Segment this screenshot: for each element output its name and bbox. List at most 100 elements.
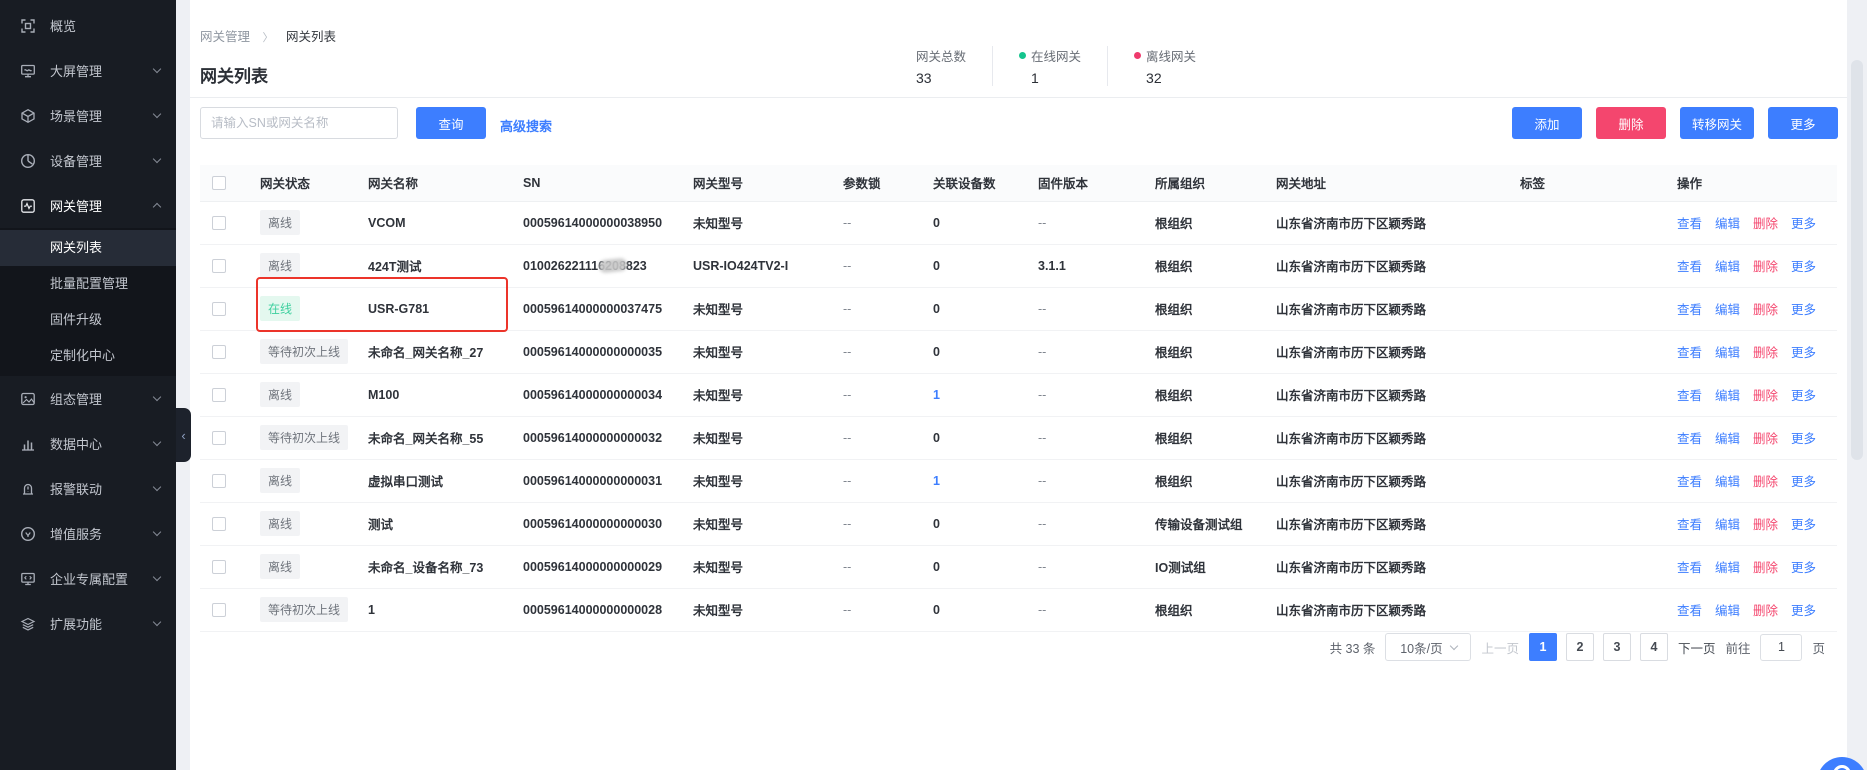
more-link[interactable]: 更多	[1791, 561, 1816, 575]
edit-link[interactable]: 编辑	[1715, 518, 1740, 532]
sidebar-item-config[interactable]: 组态管理	[0, 376, 176, 421]
delete-link[interactable]: 删除	[1753, 346, 1778, 360]
cell-org: 根组织	[1155, 416, 1276, 459]
stat-offline-value: 32	[1134, 70, 1196, 86]
query-button[interactable]: 查询	[416, 107, 486, 139]
row-checkbox[interactable]	[212, 431, 226, 445]
sidebar-subitem-firmware-upgrade[interactable]: 固件升级	[0, 302, 176, 338]
row-checkbox[interactable]	[212, 474, 226, 488]
sidebar-subitem-custom-center[interactable]: 定制化中心	[0, 338, 176, 374]
more-link[interactable]: 更多	[1791, 389, 1816, 403]
sidebar-item-screen[interactable]: 大屏管理	[0, 48, 176, 93]
edit-link[interactable]: 编辑	[1715, 604, 1740, 618]
row-checkbox[interactable]	[212, 603, 226, 617]
sidebar-item-alarm[interactable]: 报警联动	[0, 466, 176, 511]
view-link[interactable]: 查看	[1677, 432, 1702, 446]
sidebar-item-enterprise[interactable]: 企业专属配置	[0, 556, 176, 601]
edit-link[interactable]: 编辑	[1715, 346, 1740, 360]
sidebar-item-overview[interactable]: 概览	[0, 3, 176, 48]
delete-link[interactable]: 删除	[1753, 518, 1778, 532]
sidebar-item-device[interactable]: 设备管理	[0, 138, 176, 183]
view-link[interactable]: 查看	[1677, 475, 1702, 489]
edit-link[interactable]: 编辑	[1715, 389, 1740, 403]
delete-link[interactable]: 删除	[1753, 217, 1778, 231]
sidebar-subitem-batch-config[interactable]: 批量配置管理	[0, 266, 176, 302]
view-link[interactable]: 查看	[1677, 303, 1702, 317]
prev-page-button[interactable]: 上一页	[1481, 638, 1519, 657]
select-all-checkbox[interactable]	[212, 176, 226, 190]
sidebar-item-gateway[interactable]: 网关管理	[0, 183, 176, 228]
device-count-value[interactable]: 1	[933, 388, 940, 402]
gateway-stats: 网关总数 33 在线网关 1 离线网关 32	[916, 46, 1222, 86]
view-link[interactable]: 查看	[1677, 604, 1702, 618]
sidebar-item-data-center[interactable]: 数据中心	[0, 421, 176, 466]
cell-firmware: --	[1038, 287, 1155, 330]
sidebar-item-extension[interactable]: 扩展功能	[0, 601, 176, 646]
edit-link[interactable]: 编辑	[1715, 475, 1740, 489]
row-checkbox[interactable]	[212, 388, 226, 402]
next-page-button[interactable]: 下一页	[1678, 638, 1716, 657]
more-link[interactable]: 更多	[1791, 217, 1816, 231]
cell-device-count: 0	[933, 201, 1038, 244]
delete-link[interactable]: 删除	[1753, 604, 1778, 618]
breadcrumb-gateway-management[interactable]: 网关管理	[200, 30, 250, 44]
edit-link[interactable]: 编辑	[1715, 260, 1740, 274]
edit-link[interactable]: 编辑	[1715, 217, 1740, 231]
page-button-2[interactable]: 2	[1566, 633, 1594, 661]
page-size-select[interactable]: 10条/页	[1385, 633, 1471, 661]
add-button[interactable]: 添加	[1512, 107, 1582, 139]
row-checkbox[interactable]	[212, 345, 226, 359]
more-link[interactable]: 更多	[1791, 303, 1816, 317]
view-link[interactable]: 查看	[1677, 561, 1702, 575]
edit-link[interactable]: 编辑	[1715, 303, 1740, 317]
search-input[interactable]	[200, 107, 398, 139]
row-checkbox[interactable]	[212, 302, 226, 316]
view-link[interactable]: 查看	[1677, 217, 1702, 231]
page-button-4[interactable]: 4	[1640, 633, 1668, 661]
sidebar-item-scene[interactable]: 场景管理	[0, 93, 176, 138]
sidebar-item-vas[interactable]: 增值服务	[0, 511, 176, 556]
more-link[interactable]: 更多	[1791, 518, 1816, 532]
cell-name: USR-G781	[368, 287, 523, 330]
row-checkbox[interactable]	[212, 517, 226, 531]
more-link[interactable]: 更多	[1791, 346, 1816, 360]
cell-status: 在线	[260, 287, 368, 330]
row-checkbox[interactable]	[212, 259, 226, 273]
delete-link[interactable]: 删除	[1753, 475, 1778, 489]
delete-link[interactable]: 删除	[1753, 260, 1778, 274]
page-button-3[interactable]: 3	[1603, 633, 1631, 661]
cell-address: 山东省济南市历下区颖秀路	[1276, 588, 1520, 631]
more-link[interactable]: 更多	[1791, 475, 1816, 489]
cell-param-lock: --	[843, 416, 933, 459]
more-link[interactable]: 更多	[1791, 604, 1816, 618]
goto-page-input[interactable]	[1760, 634, 1802, 661]
more-link[interactable]: 更多	[1791, 432, 1816, 446]
view-link[interactable]: 查看	[1677, 260, 1702, 274]
delete-link[interactable]: 删除	[1753, 561, 1778, 575]
device-count-value[interactable]: 1	[933, 474, 940, 488]
sidebar-collapse-toggle[interactable]: ‹	[176, 408, 191, 462]
delete-button[interactable]: 删除	[1596, 107, 1666, 139]
delete-link[interactable]: 删除	[1753, 432, 1778, 446]
advanced-search-link[interactable]: 高级搜索	[500, 116, 552, 135]
more-link[interactable]: 更多	[1791, 260, 1816, 274]
cell-param-lock: --	[843, 545, 933, 588]
row-checkbox[interactable]	[212, 560, 226, 574]
sidebar-subitem-gateway-list[interactable]: 网关列表	[0, 230, 176, 266]
cell-status: 离线	[260, 373, 368, 416]
more-button[interactable]: 更多	[1768, 107, 1838, 139]
view-link[interactable]: 查看	[1677, 518, 1702, 532]
delete-link[interactable]: 删除	[1753, 389, 1778, 403]
transfer-gateway-button[interactable]: 转移网关	[1680, 107, 1754, 139]
view-link[interactable]: 查看	[1677, 346, 1702, 360]
cell-model: 未知型号	[693, 287, 843, 330]
table-row: 离线未命名_设备名称_7300059614000000000029未知型号--0…	[200, 545, 1837, 588]
cell-firmware: --	[1038, 416, 1155, 459]
page-button-1[interactable]: 1	[1529, 633, 1557, 661]
edit-link[interactable]: 编辑	[1715, 432, 1740, 446]
delete-link[interactable]: 删除	[1753, 303, 1778, 317]
view-link[interactable]: 查看	[1677, 389, 1702, 403]
vertical-scrollbar[interactable]	[1851, 60, 1863, 460]
edit-link[interactable]: 编辑	[1715, 561, 1740, 575]
row-checkbox[interactable]	[212, 216, 226, 230]
